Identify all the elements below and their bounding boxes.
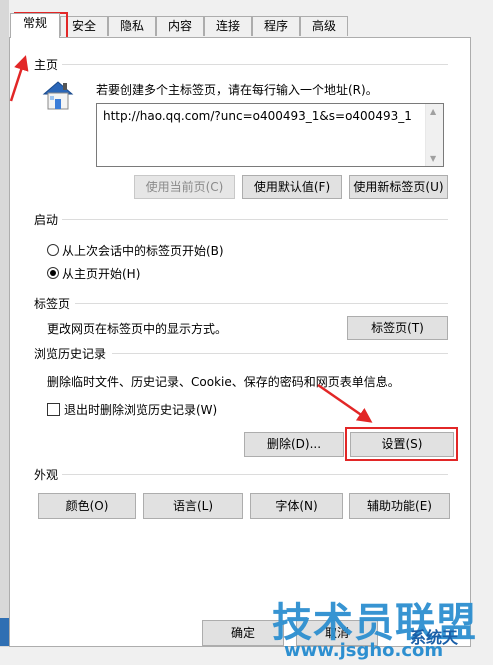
arrow-to-settings-button xyxy=(317,383,373,423)
annotation-arrows xyxy=(9,55,373,423)
watermark-partial-text: 系统天 xyxy=(410,628,459,647)
tab-general[interactable]: 常规 xyxy=(10,13,60,38)
arrow-to-general-tab xyxy=(9,55,29,102)
